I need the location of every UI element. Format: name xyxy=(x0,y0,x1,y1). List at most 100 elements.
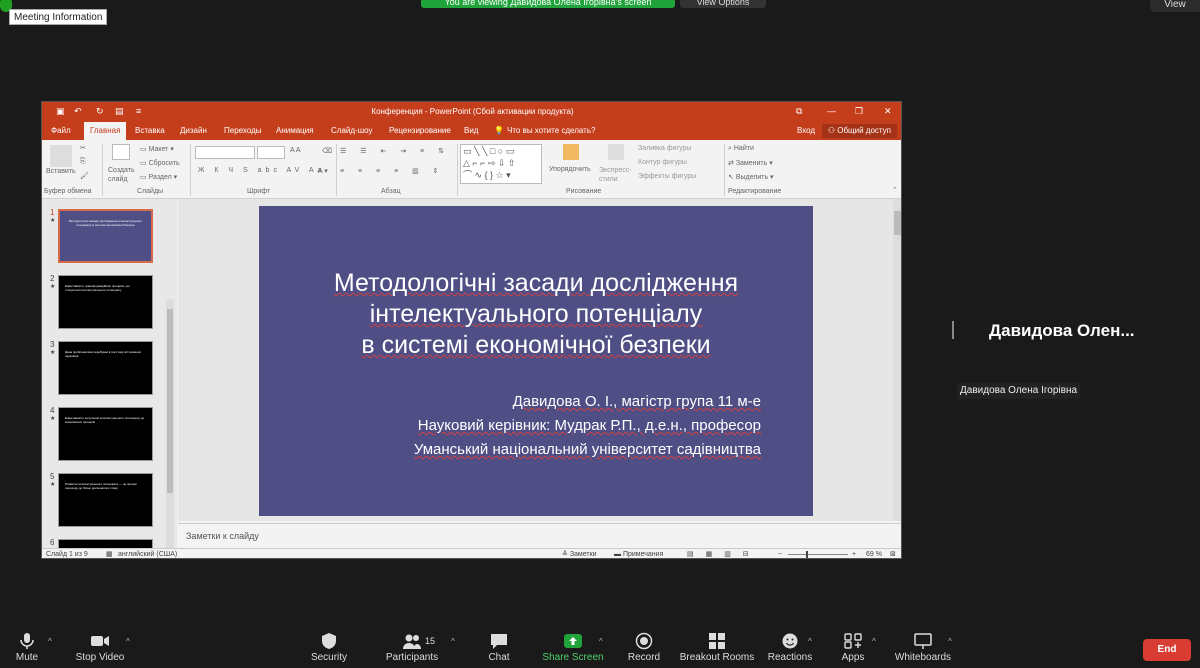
notes-toggle[interactable]: ≙ Заметки xyxy=(562,549,597,558)
record-icon xyxy=(635,632,653,650)
apps-caret[interactable]: ^ xyxy=(872,637,876,646)
thumb-number: 6 xyxy=(50,538,55,547)
quick-styles-button[interactable]: Экспресс-стили xyxy=(599,166,635,184)
arrange-button[interactable]: Упорядочить xyxy=(549,166,591,173)
slide-thumbnail-2[interactable]: Ефективність трансформаційних процесів, … xyxy=(58,275,153,329)
thumbnails-scrollbar[interactable] xyxy=(166,299,174,548)
format-painter-icon[interactable]: 🖌 xyxy=(80,172,89,180)
tab-transitions[interactable]: Переходы xyxy=(224,122,262,140)
shape-fill-button[interactable]: Заливка фигуры xyxy=(638,145,691,152)
shapes-gallery[interactable]: ▭ ╲ ╲ □ ○ ▭ △ ⌐ ⌐ ⇨ ⇩ ⇧ ⌒ ∿ { } ☆ ▾ xyxy=(460,144,542,184)
slide-thumbnail-4[interactable]: Ефективність залучення інтелектуального … xyxy=(58,407,153,461)
paste-button[interactable]: Вставить xyxy=(46,168,76,175)
slide-thumbnails-pane[interactable]: 1 ★ Методологічні засади дослідження інт… xyxy=(42,199,177,548)
tab-slideshow[interactable]: Слайд-шоу xyxy=(331,122,372,140)
font-style-buttons[interactable]: Ж К Ч S abc AV Aa xyxy=(198,167,325,174)
spellcheck-icon[interactable]: ▦ xyxy=(106,549,113,558)
chat-bubble-icon xyxy=(491,634,507,649)
notes-icon: ≙ xyxy=(562,551,570,558)
ribbon-home: Вставить ✂ ⎘ 🖌 Буфер обмена Создать слай… xyxy=(42,140,901,199)
scroll-thumb[interactable] xyxy=(894,211,901,235)
zoom-toolbar: Mute ^ Stop Video ^ Security Participant… xyxy=(0,624,1200,668)
font-size-combobox[interactable] xyxy=(257,146,285,159)
notes-pane[interactable]: Заметки к слайду xyxy=(178,523,901,547)
copy-icon[interactable]: ⎘ xyxy=(80,158,86,166)
tab-view[interactable]: Вид xyxy=(464,122,478,140)
ribbon-display-icon[interactable]: ⧉ xyxy=(796,106,802,117)
new-slide-button[interactable]: Создать слайд xyxy=(108,166,136,184)
slide-thumbnail-1[interactable]: Методологічні засади дослідження інтелек… xyxy=(58,209,153,263)
slide-scrollbar[interactable] xyxy=(893,199,901,521)
tab-home[interactable]: Главная xyxy=(84,122,127,140)
zoom-slider-thumb[interactable] xyxy=(806,551,808,558)
audio-options-caret[interactable]: ^ xyxy=(48,637,52,646)
clear-format-icon[interactable]: ⌫ xyxy=(322,147,332,155)
current-slide[interactable]: Методологічні засади дослідження інтелек… xyxy=(259,206,813,516)
paragraph-group-label: Абзац xyxy=(381,188,401,195)
list-buttons[interactable]: ☰ ☰ ⇤ ⇥ ≡ ⇅ xyxy=(340,147,450,155)
share-screen-icon xyxy=(564,634,582,648)
zoom-slider[interactable] xyxy=(788,554,848,555)
reset-button[interactable]: ▭ Сбросить xyxy=(140,159,180,167)
end-meeting-button[interactable]: End xyxy=(1143,639,1191,661)
slide-thumbnail-6[interactable] xyxy=(58,539,153,548)
slide-thumbnail-5[interactable]: Розвиток інтелектуального потенціалу — ц… xyxy=(58,473,153,527)
security-button[interactable]: Security xyxy=(284,624,374,664)
section-button[interactable]: ▭ Раздел ▾ xyxy=(140,173,177,181)
select-button[interactable]: ↖ Выделить ▾ xyxy=(728,173,774,181)
cut-icon[interactable]: ✂ xyxy=(80,144,86,152)
font-color-icon[interactable]: A ▾ xyxy=(318,167,328,175)
collapse-ribbon-icon[interactable]: ⌃ xyxy=(892,186,898,194)
share-button[interactable]: ⚇ Общий доступ xyxy=(821,124,897,138)
slide-title[interactable]: Методологічні засади дослідження інтелек… xyxy=(259,268,813,361)
stop-video-button[interactable]: Stop Video xyxy=(55,624,145,664)
comments-toggle[interactable]: ▬ Примечания xyxy=(614,549,663,558)
zoom-level[interactable]: 69 % xyxy=(866,549,882,558)
star-icon: ★ xyxy=(50,218,56,224)
grow-font-icon[interactable]: A A xyxy=(290,147,301,154)
tab-animation[interactable]: Анимация xyxy=(276,122,314,140)
tab-review[interactable]: Рецензирование xyxy=(389,122,451,140)
new-slide-icon[interactable] xyxy=(112,144,130,160)
shape-effects-button[interactable]: Эффекты фигуры xyxy=(638,173,696,180)
video-options-caret[interactable]: ^ xyxy=(126,637,130,646)
slide-subtitle-university[interactable]: Уманський національний університет садів… xyxy=(259,438,761,462)
paste-icon[interactable] xyxy=(50,145,72,167)
restore-icon[interactable]: ❐ xyxy=(855,106,863,117)
breakout-rooms-icon xyxy=(709,633,725,649)
sign-in-link[interactable]: Вход xyxy=(797,122,815,140)
whiteboards-caret[interactable]: ^ xyxy=(948,637,952,646)
slide-subtitle-author[interactable]: Давидова О. І., магістр група 11 м-е xyxy=(259,390,761,414)
align-buttons[interactable]: ≡ ≡ ≡ ≡ ▥ ⇕ xyxy=(340,167,445,175)
find-button[interactable]: ⌕ Найти xyxy=(728,145,754,153)
shape-outline-button[interactable]: Контур фигуры xyxy=(638,159,687,166)
zoom-out-icon[interactable]: − xyxy=(778,549,782,558)
arrange-icon[interactable] xyxy=(563,144,579,160)
tab-design[interactable]: Дизайн xyxy=(180,122,207,140)
scroll-thumb[interactable] xyxy=(167,309,173,493)
layout-button[interactable]: ▭ Макет ▾ xyxy=(140,145,174,153)
view-button[interactable]: View xyxy=(1150,0,1200,12)
ribbon-separator xyxy=(190,144,191,196)
fit-slide-icon[interactable]: ⊠ xyxy=(890,549,896,558)
zoom-in-icon[interactable]: + xyxy=(852,549,856,558)
thumb-number: 5 xyxy=(50,472,55,481)
quick-styles-icon[interactable] xyxy=(608,144,624,160)
tab-insert[interactable]: Вставка xyxy=(135,122,165,140)
tab-file[interactable]: Файл xyxy=(51,122,71,140)
view-mode-icons[interactable]: ▤▦▥⊟ xyxy=(687,549,761,558)
whiteboards-button[interactable]: Whiteboards xyxy=(878,624,968,664)
tell-me-input[interactable]: Что вы хотите сделать? xyxy=(507,122,595,140)
view-options-button[interactable]: View Options xyxy=(680,0,766,8)
language-indicator[interactable]: английский (США) xyxy=(118,549,177,558)
font-name-combobox[interactable] xyxy=(195,146,255,159)
minimize-icon[interactable]: — xyxy=(827,106,836,116)
person-icon: ⚇ xyxy=(827,126,838,135)
close-icon[interactable]: ✕ xyxy=(884,106,892,117)
participant-name-label: Давидова Олена Ігорівна xyxy=(957,383,1081,399)
slide-edit-area[interactable]: Методологічні засади дослідження інтелек… xyxy=(178,199,901,521)
participants-button[interactable]: Participants xyxy=(367,624,457,664)
replace-button[interactable]: ⇄ Заменить ▾ xyxy=(728,159,773,167)
slide-subtitle-supervisor[interactable]: Науковий керівник: Мудрак Р.П., д.е.н., … xyxy=(259,414,761,438)
slide-thumbnail-3[interactable]: Дана проблематика перебуває в полі зору … xyxy=(58,341,153,395)
